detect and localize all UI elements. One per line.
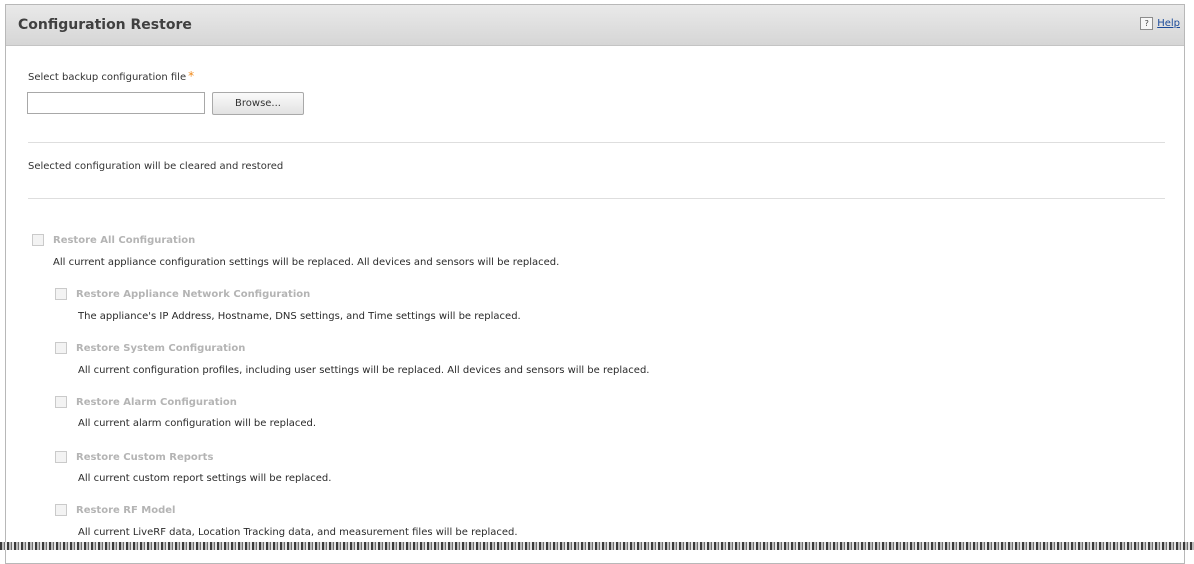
option-description: All current LiveRF data, Location Tracki… — [78, 527, 518, 538]
option-label[interactable]: Restore RF Model — [76, 505, 175, 516]
option-label[interactable]: Restore System Configuration — [76, 343, 245, 354]
cropped-edge — [0, 542, 1194, 550]
option-description: The appliance's IP Address, Hostname, DN… — [78, 311, 521, 322]
restore-appliance-network-checkbox[interactable] — [55, 288, 67, 300]
divider — [28, 198, 1165, 199]
option-label[interactable]: Restore All Configuration — [53, 235, 195, 246]
required-asterisk-icon: * — [188, 69, 195, 83]
option-restore-rf-model[interactable]: Restore RF Model — [55, 504, 175, 516]
panel-header: Configuration Restore ? Help — [6, 5, 1184, 46]
help-link[interactable]: ? Help — [1140, 17, 1180, 30]
restore-system-checkbox[interactable] — [55, 342, 67, 354]
option-label[interactable]: Restore Custom Reports — [76, 452, 213, 463]
file-select-label: Select backup configuration file * — [28, 69, 194, 83]
option-restore-system[interactable]: Restore System Configuration — [55, 342, 245, 354]
divider — [28, 142, 1165, 143]
help-label[interactable]: Help — [1157, 18, 1180, 29]
option-label[interactable]: Restore Appliance Network Configuration — [76, 289, 310, 300]
option-restore-alarm[interactable]: Restore Alarm Configuration — [55, 396, 237, 408]
option-label[interactable]: Restore Alarm Configuration — [76, 397, 237, 408]
option-description: All current custom report settings will … — [78, 473, 332, 484]
help-icon[interactable]: ? — [1140, 17, 1154, 30]
file-select-label-text: Select backup configuration file — [28, 72, 187, 83]
restore-all-checkbox[interactable] — [32, 234, 44, 246]
browse-button[interactable]: Browse... — [212, 92, 304, 115]
option-description: All current appliance configuration sett… — [53, 257, 560, 268]
backup-file-input[interactable] — [27, 92, 205, 114]
restore-rf-model-checkbox[interactable] — [55, 504, 67, 516]
option-restore-custom-reports[interactable]: Restore Custom Reports — [55, 451, 213, 463]
restore-custom-reports-checkbox[interactable] — [55, 451, 67, 463]
page-title: Configuration Restore — [18, 17, 192, 33]
restore-note: Selected configuration will be cleared a… — [28, 161, 284, 172]
restore-alarm-checkbox[interactable] — [55, 396, 67, 408]
option-description: All current alarm configuration will be … — [78, 418, 317, 429]
option-restore-appliance-network[interactable]: Restore Appliance Network Configuration — [55, 288, 310, 300]
option-restore-all[interactable]: Restore All Configuration — [32, 234, 195, 246]
option-description: All current configuration profiles, incl… — [78, 365, 650, 376]
